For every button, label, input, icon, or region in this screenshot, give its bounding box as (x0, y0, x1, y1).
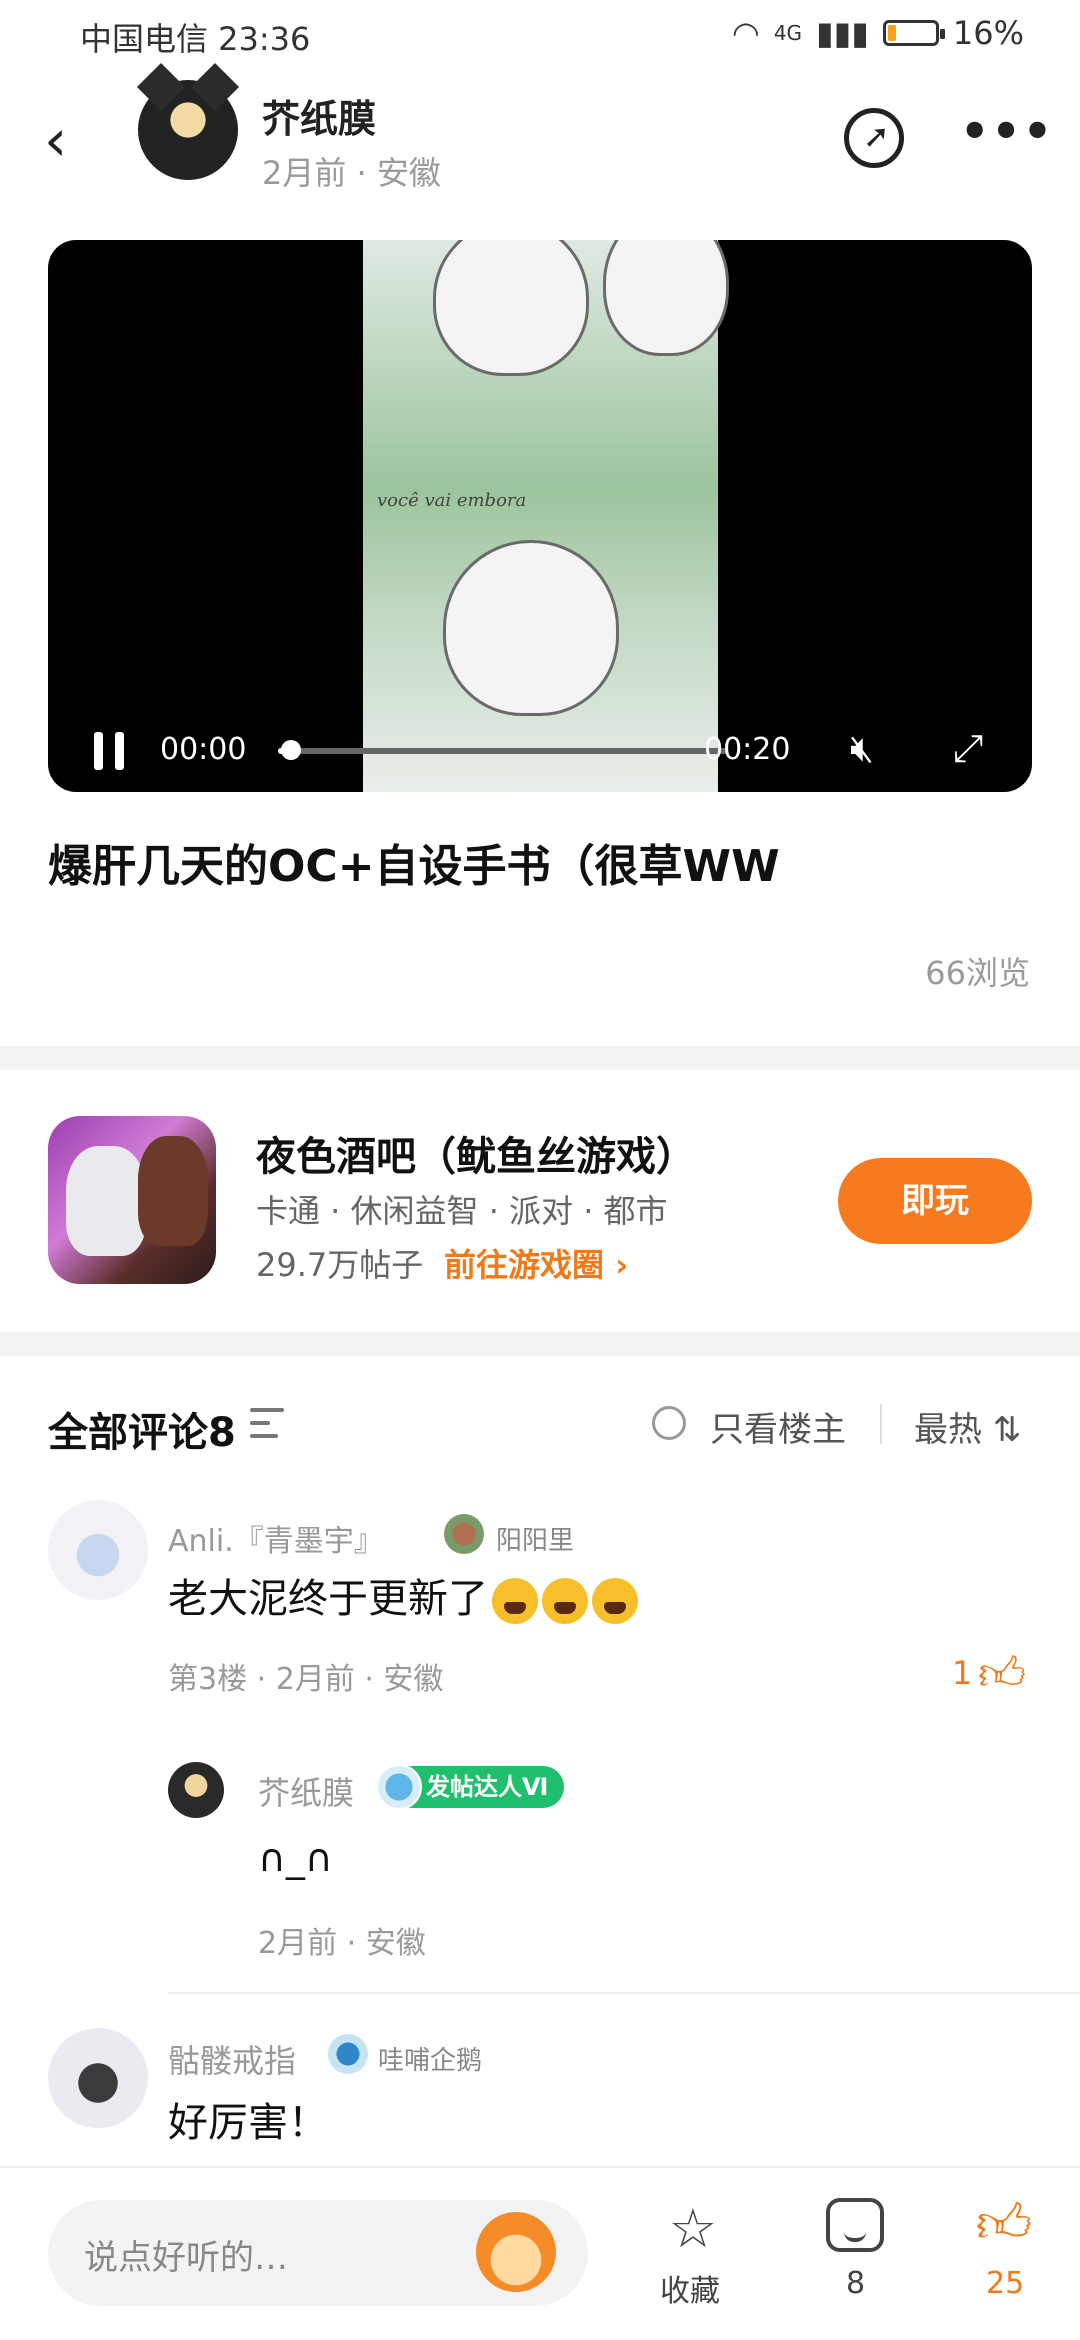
badge-icon (376, 1764, 422, 1810)
comment-icon[interactable] (826, 2198, 884, 2252)
status-bar: 中国电信 23:36 ◠ 4G ▮▮▮ 16% (0, 0, 1080, 72)
pause-icon[interactable] (94, 732, 124, 770)
signal-icon: ▮▮▮ (816, 14, 869, 52)
reply-text: ∩_∩ (258, 1836, 333, 1880)
like-count[interactable]: 25 (986, 2266, 1024, 2301)
video-total-time: 00:20 (704, 732, 791, 767)
commenter-badge: 哇哺企鹅 (378, 2046, 483, 2076)
author-name[interactable]: 芥纸膜 (262, 88, 376, 143)
comment-meta: 第3楼 · 2月前 · 安徽 (168, 1662, 444, 1697)
drawing-face-top-right (603, 240, 729, 356)
back-arrow-icon[interactable]: ‹ (44, 110, 94, 170)
video-player[interactable]: você vai embora 00:00 00:20 🔇︎ ⤢ (48, 240, 1032, 792)
carrier-time: 中国电信 23:36 (80, 20, 311, 58)
mute-icon[interactable]: 🔇︎ (840, 726, 884, 770)
badge-icon (444, 1514, 484, 1554)
game-post-count: 29.7万帖子 (256, 1246, 424, 1284)
commenter-badge: 阳阳里 (496, 1526, 575, 1556)
game-tags: 卡通 · 休闲益智 · 派对 · 都市 (256, 1192, 668, 1230)
video-progress-bar[interactable] (278, 740, 728, 760)
share-icon[interactable] (844, 108, 904, 168)
badge-icon (328, 2034, 368, 2074)
comment-text: 好厉害！ (168, 2100, 328, 2146)
comment-text: 老大泥终于更新了 (168, 1566, 638, 1624)
crying-emoji-icon (592, 1578, 638, 1624)
author-avatar[interactable] (138, 80, 238, 180)
mascot-emoji-icon[interactable] (476, 2212, 556, 2292)
battery-percent: 16% (952, 14, 1024, 52)
commenter-name[interactable]: 骷髅戒指 (168, 2036, 296, 2082)
battery-icon (882, 20, 945, 46)
owner-only-radio[interactable] (652, 1406, 686, 1440)
owner-only-label[interactable]: 只看楼主 (710, 1402, 846, 1451)
drawing-face-top (433, 240, 589, 376)
comment-like-count: 1 (952, 1654, 973, 1692)
comment-divider (168, 1992, 1080, 1994)
post-meta: 2月前 · 安徽 (262, 154, 441, 192)
game-circle-link[interactable]: 前往游戏圈 › (444, 1240, 628, 1286)
video-overlay-text: você vai embora (377, 490, 527, 511)
video-current-time: 00:00 (160, 732, 247, 767)
commenter-avatar[interactable] (48, 2028, 148, 2128)
fullscreen-icon[interactable]: ⤢ (946, 726, 990, 770)
reply-avatar[interactable] (168, 1762, 224, 1818)
wifi-icon: ◠ (731, 14, 760, 52)
view-count: 66浏览 (925, 954, 1030, 992)
play-button[interactable]: 即玩 (838, 1158, 1032, 1244)
progress-knob[interactable] (281, 740, 301, 760)
comment-input-placeholder[interactable]: 说点好听的… (84, 2230, 288, 2279)
post-title: 爆肝几天的OC+自设手书（很草WW (48, 841, 780, 892)
crying-emoji-icon (542, 1578, 588, 1624)
reply-meta: 2月前 · 安徽 (258, 1926, 426, 1961)
comments-title: 全部评论8 (48, 1410, 236, 1456)
drawing-face-bottom (443, 540, 619, 716)
game-name[interactable]: 夜色酒吧（鱿鱼丝游戏） (256, 1124, 696, 1182)
section-divider (0, 1046, 1080, 1070)
more-icon[interactable]: ••• (960, 104, 1054, 158)
commenter-avatar[interactable] (48, 1500, 148, 1600)
crying-emoji-icon (492, 1578, 538, 1624)
network-label: 4G (773, 21, 803, 45)
comment-count[interactable]: 8 (846, 2266, 865, 2301)
sort-hot-button[interactable]: 最热 ⇅ (914, 1402, 1021, 1451)
header-separator (880, 1404, 882, 1444)
sort-filter-icon[interactable] (250, 1404, 296, 1442)
game-icon[interactable] (48, 1116, 216, 1284)
video-controls: 00:00 00:20 🔇︎ ⤢ (48, 692, 1032, 792)
commenter-name[interactable]: Anli.『青墨宇』 (168, 1516, 384, 1560)
star-icon[interactable]: ☆ (664, 2200, 722, 2258)
comment-text-content: 老大泥终于更新了 (168, 1576, 488, 1622)
reply-author-name[interactable]: 芥纸膜 (258, 1768, 354, 1814)
thumbs-up-icon[interactable]: 👍︎ (978, 1646, 1026, 1702)
favorite-label[interactable]: 收藏 (660, 2266, 720, 2310)
thumbs-up-icon[interactable]: 👍︎ (974, 2194, 1034, 2254)
section-divider (0, 1332, 1080, 1356)
